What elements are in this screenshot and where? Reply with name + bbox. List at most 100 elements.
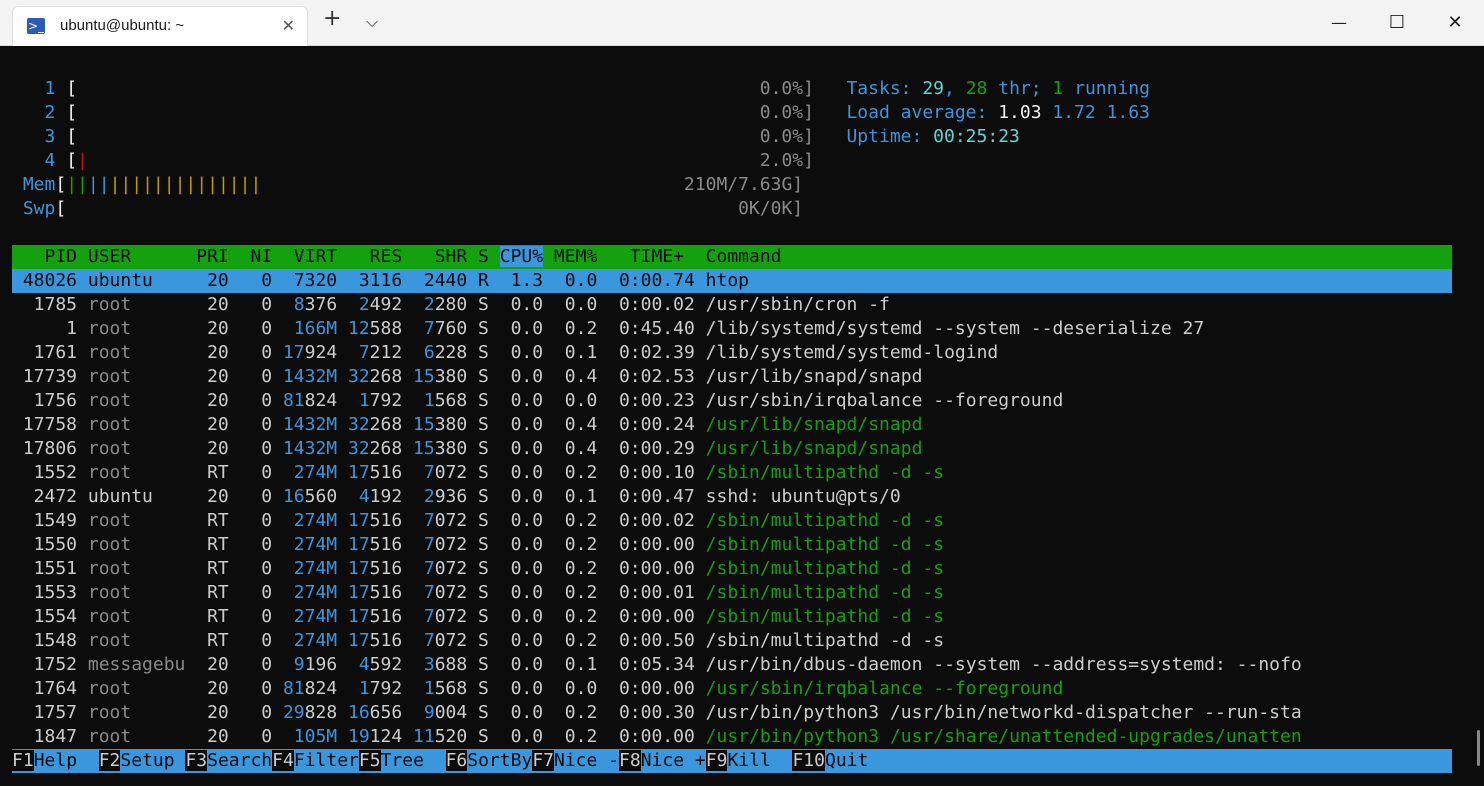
close-window-button[interactable]: ✕ [1426, 0, 1484, 46]
user: root [87, 702, 186, 723]
shr-thousands: 2 [402, 486, 435, 507]
process-row[interactable]: 1847 root 20 0 105M 19124 11520 S 0.0 0.… [12, 725, 1452, 749]
fkey-f9[interactable]: F9Kill [705, 750, 793, 771]
shr: 2440 [402, 270, 468, 291]
res-units: 516 [369, 606, 403, 627]
chevron-down-icon[interactable]: ⌵ [366, 12, 378, 32]
close-tab-icon[interactable]: ✕ [282, 16, 295, 35]
process-row[interactable]: 1551 root RT 0 274M 17516 7072 S 0.0 0.2… [12, 557, 1452, 581]
mem-percent: 0.2 [543, 726, 598, 747]
user: ubuntu [87, 486, 186, 507]
fkey-f1[interactable]: F1Help [12, 750, 99, 771]
res-thousands: 17 [337, 558, 370, 579]
virt-units: 376 [304, 294, 338, 315]
maximize-button[interactable]: ☐ [1368, 0, 1426, 46]
virt-thousands: 16 [272, 486, 305, 507]
tasks-sep: , [944, 78, 966, 99]
time: 0:00.01 [597, 582, 695, 603]
process-row[interactable]: 1554 root RT 0 274M 17516 7072 S 0.0 0.2… [12, 605, 1452, 629]
terminal-tab[interactable]: >_ ubuntu@ubuntu: ~ ✕ [12, 6, 308, 46]
process-row[interactable]: 1785 root 20 0 8376 2492 2280 S 0.0 0.0 … [12, 293, 1452, 317]
virt-thousands: 29 [272, 702, 305, 723]
process-row[interactable]: 1552 root RT 0 274M 17516 7072 S 0.0 0.2… [12, 461, 1452, 485]
state: R [467, 270, 500, 291]
mem-bar-buffers: || [87, 174, 110, 195]
user: root [87, 390, 186, 411]
cpu-percent: 0.0 [499, 582, 544, 603]
command: /usr/bin/python3 /usr/share/unattended-u… [694, 726, 1302, 747]
mem-percent: 0.4 [543, 438, 598, 459]
shr-units: 228 [434, 342, 468, 363]
process-row[interactable]: 1 root 20 0 166M 12588 7760 S 0.0 0.2 0:… [12, 317, 1452, 341]
fkey-f7[interactable]: F7Nice - [532, 750, 619, 771]
command: /usr/lib/snapd/snapd [694, 414, 923, 435]
process-row[interactable]: 2472 ubuntu 20 0 16560 4192 2936 S 0.0 0… [12, 485, 1452, 509]
res: 3116 [337, 270, 403, 291]
mem-percent: 0.2 [543, 510, 598, 531]
fkey-f3[interactable]: F3Search [185, 750, 272, 771]
res-units: 268 [369, 366, 403, 387]
mem-value: 210M/7.63G] [261, 174, 804, 195]
process-row[interactable]: 1757 root 20 0 29828 16656 9004 S 0.0 0.… [12, 701, 1452, 725]
state: S [467, 654, 500, 675]
priority: 20 [185, 270, 229, 291]
user: root [87, 510, 186, 531]
res-thousands: 32 [337, 366, 370, 387]
shr-thousands: 7 [402, 510, 435, 531]
terminal-area[interactable]: 1 [ 0.0%] Tasks: 29, 28 thr; 1 running 2… [12, 46, 1452, 786]
state: S [467, 678, 500, 699]
command: /sbin/multipathd -d -s [694, 582, 945, 603]
res-thousands: 4 [337, 654, 370, 675]
process-row[interactable]: 1548 root RT 0 274M 17516 7072 S 0.0 0.2… [12, 629, 1452, 653]
res-thousands: 17 [337, 582, 370, 603]
process-row[interactable]: 1549 root RT 0 274M 17516 7072 S 0.0 0.2… [12, 509, 1452, 533]
meter-bracket: [ [66, 78, 78, 99]
cpu-percent: 1.3 [499, 270, 544, 291]
pid: 17758 [12, 414, 88, 435]
process-row[interactable]: 17739 root 20 0 1432M 32268 15380 S 0.0 … [12, 365, 1452, 389]
process-row[interactable]: 1764 root 20 0 81824 1792 1568 S 0.0 0.0… [12, 677, 1452, 701]
process-row[interactable]: 1756 root 20 0 81824 1792 1568 S 0.0 0.0… [12, 389, 1452, 413]
user: root [87, 606, 186, 627]
scrollbar[interactable] [1477, 730, 1480, 766]
process-row[interactable]: 48026 ubuntu 20 0 7320 3116 2440 R 1.3 0… [12, 269, 1452, 293]
shr-thousands: 15 [402, 438, 435, 459]
fkey-f10[interactable]: F10Quit [792, 750, 868, 771]
col-mem: MEM% [543, 246, 598, 267]
load-label: Load average: [846, 102, 999, 123]
process-row[interactable]: 1752 messagebu 20 0 9196 4592 3688 S 0.0… [12, 653, 1452, 677]
shr-units: 072 [434, 558, 468, 579]
priority: RT [185, 606, 229, 627]
res-thousands: 1 [337, 390, 370, 411]
process-row[interactable]: 17758 root 20 0 1432M 32268 15380 S 0.0 … [12, 413, 1452, 437]
res-thousands: 17 [337, 534, 370, 555]
fkey-f2[interactable]: F2Setup [98, 750, 186, 771]
shr-thousands: 15 [402, 414, 435, 435]
process-row[interactable]: 1553 root RT 0 274M 17516 7072 S 0.0 0.2… [12, 581, 1452, 605]
fkey-f4[interactable]: F4Filter [272, 750, 359, 771]
cpu-number: 3 [12, 126, 67, 147]
mem-percent: 0.0 [543, 390, 598, 411]
cpu-percent: 0.0 [499, 558, 544, 579]
meter-bracket: [ [55, 174, 67, 195]
new-tab-button[interactable]: + [323, 6, 341, 31]
res-units: 516 [369, 534, 403, 555]
time: 0:00.74 [597, 270, 695, 291]
uptime-label: Uptime: [846, 126, 934, 147]
shr-thousands: 9 [402, 702, 435, 723]
fkey-f5[interactable]: F5Tree [358, 750, 446, 771]
priority: RT [185, 534, 229, 555]
process-row[interactable]: 17806 root 20 0 1432M 32268 15380 S 0.0 … [12, 437, 1452, 461]
priority: 20 [185, 654, 229, 675]
fkey-f6[interactable]: F6SortBy [445, 750, 532, 771]
fkey-f8[interactable]: F8Nice + [619, 750, 706, 771]
cpu-percent: 0.0 [499, 726, 544, 747]
process-row[interactable]: 1550 root RT 0 274M 17516 7072 S 0.0 0.2… [12, 533, 1452, 557]
process-row[interactable]: 1761 root 20 0 17924 7212 6228 S 0.0 0.1… [12, 341, 1452, 365]
user: messagebu [87, 654, 186, 675]
shr-thousands: 7 [402, 630, 435, 651]
minimize-button[interactable]: — [1310, 0, 1368, 46]
shr-thousands: 6 [402, 342, 435, 363]
